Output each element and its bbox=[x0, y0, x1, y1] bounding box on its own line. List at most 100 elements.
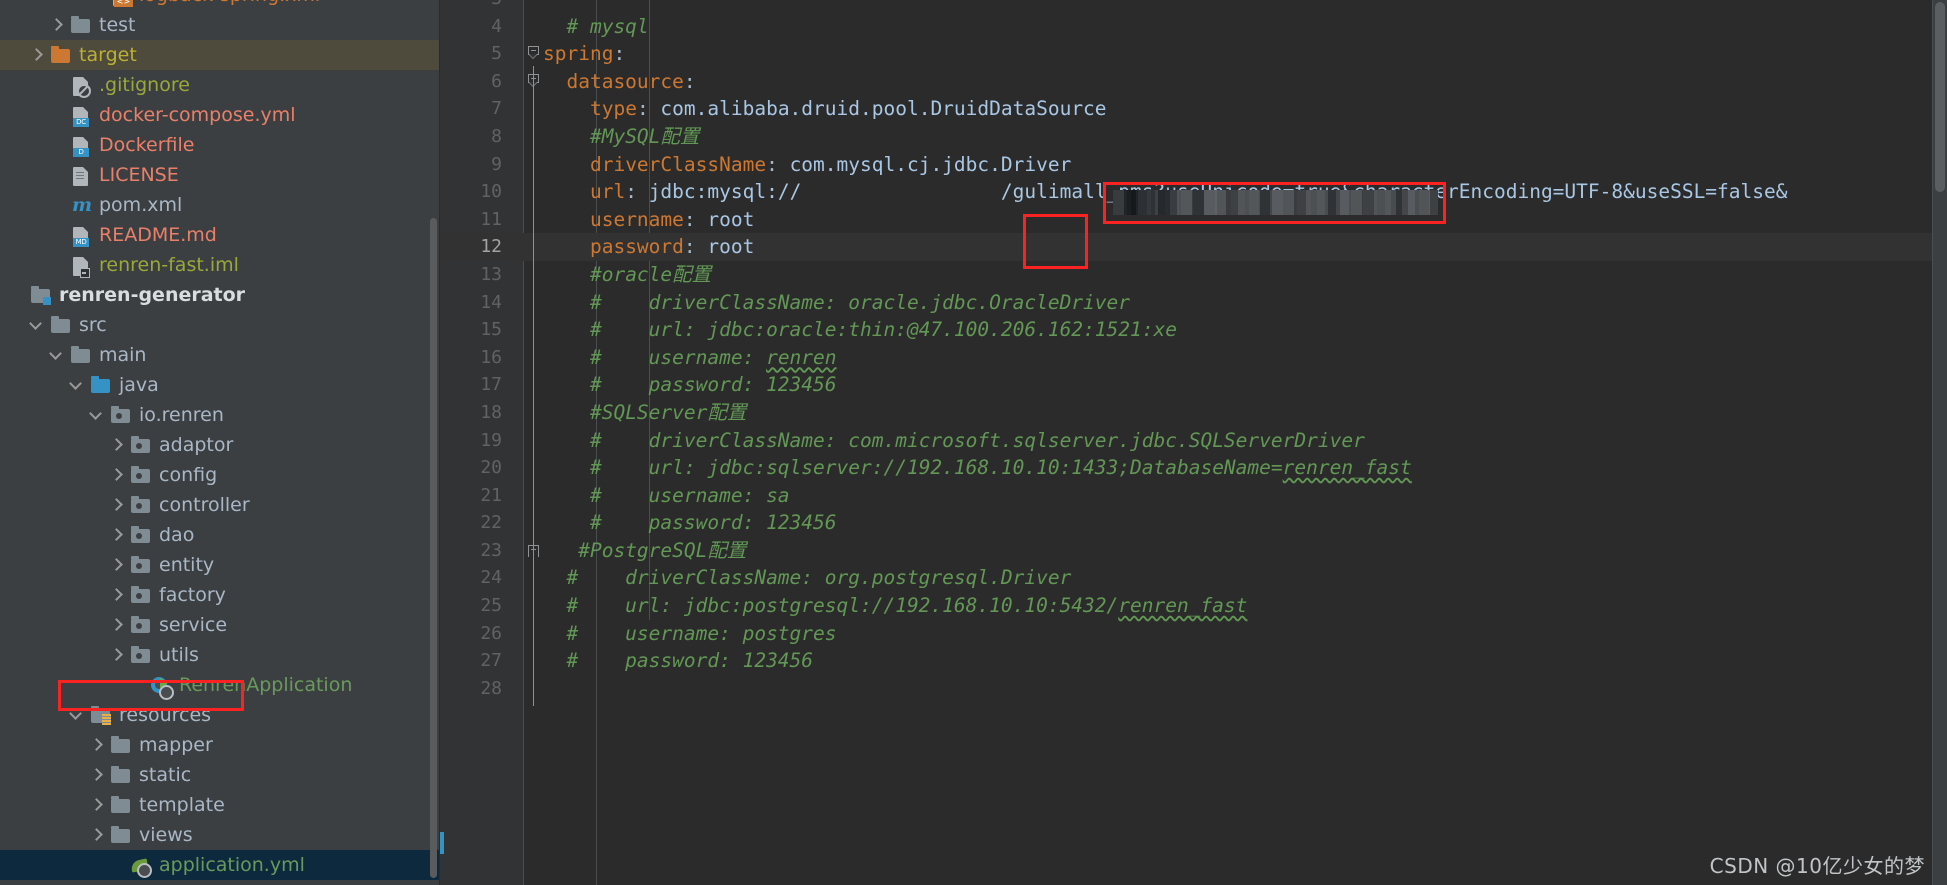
code-line[interactable]: 19 # driverClassName: com.microsoft.sqls… bbox=[440, 427, 1947, 455]
tree-item-controller[interactable]: controller bbox=[0, 490, 440, 520]
tree-item-static[interactable]: static bbox=[0, 760, 440, 790]
chevron-down-icon[interactable] bbox=[88, 407, 105, 424]
code-line[interactable]: 20 # url: jdbc:sqlserver://192.168.10.10… bbox=[440, 454, 1947, 482]
tree-item-logback-spring-xml[interactable]: <> logback-spring.xml bbox=[0, 0, 440, 10]
code-line[interactable]: 7 type: com.alibaba.druid.pool.DruidData… bbox=[440, 95, 1947, 123]
tree-item-factory[interactable]: factory bbox=[0, 580, 440, 610]
tree-item-readme-md[interactable]: MD README.md bbox=[0, 220, 440, 250]
code-line[interactable]: 12 password: root bbox=[440, 233, 1947, 261]
tree-item-application-yml[interactable]: application.yml bbox=[0, 850, 440, 880]
tree-item-label: application.yml bbox=[159, 853, 305, 876]
chevron-right-icon[interactable] bbox=[88, 737, 105, 754]
chevron-right-icon[interactable] bbox=[88, 767, 105, 784]
chevron-down-icon[interactable] bbox=[48, 347, 65, 364]
fold-end-icon[interactable] bbox=[528, 544, 541, 560]
tree-item-utils[interactable]: utils bbox=[0, 640, 440, 670]
line-number: 7 bbox=[491, 98, 502, 120]
tree-item-template[interactable]: template bbox=[0, 790, 440, 820]
tree-item-java[interactable]: java bbox=[0, 370, 440, 400]
chevron-right-icon[interactable] bbox=[108, 557, 125, 574]
package-icon bbox=[130, 645, 152, 665]
tree-item-entity[interactable]: entity bbox=[0, 550, 440, 580]
tree-item-dockerfile[interactable]: D Dockerfile bbox=[0, 130, 440, 160]
text-file-icon bbox=[70, 165, 92, 186]
tree-item-main[interactable]: main bbox=[0, 340, 440, 370]
chevron-down-icon[interactable] bbox=[28, 317, 45, 334]
code-line[interactable]: 15 # url: jdbc:oracle:thin:@47.100.206.1… bbox=[440, 316, 1947, 344]
tree-item-label: renren-fast.iml bbox=[99, 253, 239, 276]
tree-item-dao[interactable]: dao bbox=[0, 520, 440, 550]
tree-item-label: Dockerfile bbox=[99, 133, 195, 156]
code-text: password: root bbox=[589, 235, 755, 259]
chevron-right-icon[interactable] bbox=[108, 437, 125, 454]
tree-item-renrenapplication[interactable]: RenrenApplication bbox=[0, 670, 440, 700]
chevron-right-icon[interactable] bbox=[108, 617, 125, 634]
code-line[interactable]: 27 # password: 123456 bbox=[440, 647, 1947, 675]
tree-item-views[interactable]: views bbox=[0, 820, 440, 850]
tree-item-label: java bbox=[119, 373, 159, 396]
code-line[interactable]: 17 # password: 123456 bbox=[440, 371, 1947, 399]
chevron-down-icon[interactable] bbox=[68, 707, 85, 724]
tree-item-service[interactable]: service bbox=[0, 610, 440, 640]
tree-item-target[interactable]: target bbox=[0, 40, 440, 70]
tree-item-label: io.renren bbox=[139, 403, 224, 426]
editor-scrollbar[interactable] bbox=[1933, 0, 1947, 885]
tree-item-label: mapper bbox=[139, 733, 213, 756]
code-line[interactable]: 28 bbox=[440, 675, 1947, 703]
tree-item-resources[interactable]: resources bbox=[0, 700, 440, 730]
chevron-right-icon[interactable] bbox=[48, 17, 65, 34]
code-line[interactable]: 4 # mysql bbox=[440, 13, 1947, 41]
editor-scrollbar-thumb[interactable] bbox=[1935, 2, 1945, 192]
code-line[interactable]: 22 # password: 123456 bbox=[440, 509, 1947, 537]
chevron-right-icon[interactable] bbox=[108, 497, 125, 514]
tree-item-license[interactable]: LICENSE bbox=[0, 160, 440, 190]
tree-item-pom-xml[interactable]: m pom.xml bbox=[0, 190, 440, 220]
code-text: # username: postgres bbox=[566, 621, 837, 645]
fold-collapse-icon[interactable] bbox=[528, 46, 541, 61]
tree-item--gitignore[interactable]: .gitignore bbox=[0, 70, 440, 100]
tree-item-adaptor[interactable]: adaptor bbox=[0, 430, 440, 460]
code-line[interactable]: 13 #oracle配置 bbox=[440, 261, 1947, 289]
chevron-right-icon[interactable] bbox=[108, 647, 125, 664]
fold-region-stem bbox=[533, 66, 534, 706]
code-lines[interactable]: 34 # mysql5spring:6 datasource:7 type: c… bbox=[440, 0, 1947, 702]
code-line[interactable]: 16 # username: renren bbox=[440, 344, 1947, 372]
tree-item-renren-generator[interactable]: renren-generator bbox=[0, 280, 440, 310]
chevron-right-icon[interactable] bbox=[88, 827, 105, 844]
tree-item-io-renren[interactable]: io.renren bbox=[0, 400, 440, 430]
project-tree-panel[interactable]: <> logback-spring.xml test target .gitignore… bbox=[0, 0, 440, 885]
code-line[interactable]: 9 driverClassName: com.mysql.cj.jdbc.Dri… bbox=[440, 151, 1947, 179]
tree-item-src[interactable]: src bbox=[0, 310, 440, 340]
code-line[interactable]: 25 # url: jdbc:postgresql://192.168.10.1… bbox=[440, 592, 1947, 620]
chevron-right-icon[interactable] bbox=[108, 527, 125, 544]
project-tree[interactable]: <> logback-spring.xml test target .gitignore… bbox=[0, 0, 440, 880]
chevron-right-icon[interactable] bbox=[88, 797, 105, 814]
code-line[interactable]: 21 # username: sa bbox=[440, 482, 1947, 510]
code-line[interactable]: 6 datasource: bbox=[440, 68, 1947, 96]
tree-item-config[interactable]: config bbox=[0, 460, 440, 490]
code-line[interactable]: 3 bbox=[440, 0, 1947, 13]
code-editor[interactable]: 34 # mysql5spring:6 datasource:7 type: c… bbox=[440, 0, 1947, 885]
fold-collapse-icon[interactable] bbox=[528, 73, 541, 89]
tree-item-label: renren-generator bbox=[59, 283, 246, 306]
code-line[interactable]: 18 #SQLServer配置 bbox=[440, 399, 1947, 427]
tree-item-renren-fast-iml[interactable]: renren-fast.iml bbox=[0, 250, 440, 280]
tree-item-label: dao bbox=[159, 523, 195, 546]
code-line[interactable]: 5 spring: bbox=[440, 40, 1947, 68]
tree-item-test[interactable]: test bbox=[0, 10, 440, 40]
code-line[interactable]: 23 #PostgreSQL配置 bbox=[440, 537, 1947, 565]
chevron-right-icon[interactable] bbox=[28, 47, 45, 64]
code-line[interactable]: 24 # driverClassName: org.postgresql.Dri… bbox=[440, 564, 1947, 592]
tree-item-docker-compose-yml[interactable]: DC docker-compose.yml bbox=[0, 100, 440, 130]
code-line[interactable]: 8 #MySQL配置 bbox=[440, 123, 1947, 151]
chevron-right-icon[interactable] bbox=[108, 587, 125, 604]
code-line[interactable]: 14 # driverClassName: oracle.jdbc.Oracle… bbox=[440, 289, 1947, 317]
tree-item-label: test bbox=[99, 13, 136, 36]
sidebar-scrollbar[interactable] bbox=[430, 218, 437, 878]
code-line[interactable]: 26 # username: postgres bbox=[440, 620, 1947, 648]
code-text: type: com.alibaba.druid.pool.DruidDataSo… bbox=[589, 97, 1107, 121]
chevron-down-icon[interactable] bbox=[68, 377, 85, 394]
chevron-right-icon[interactable] bbox=[108, 467, 125, 484]
tree-item-mapper[interactable]: mapper bbox=[0, 730, 440, 760]
